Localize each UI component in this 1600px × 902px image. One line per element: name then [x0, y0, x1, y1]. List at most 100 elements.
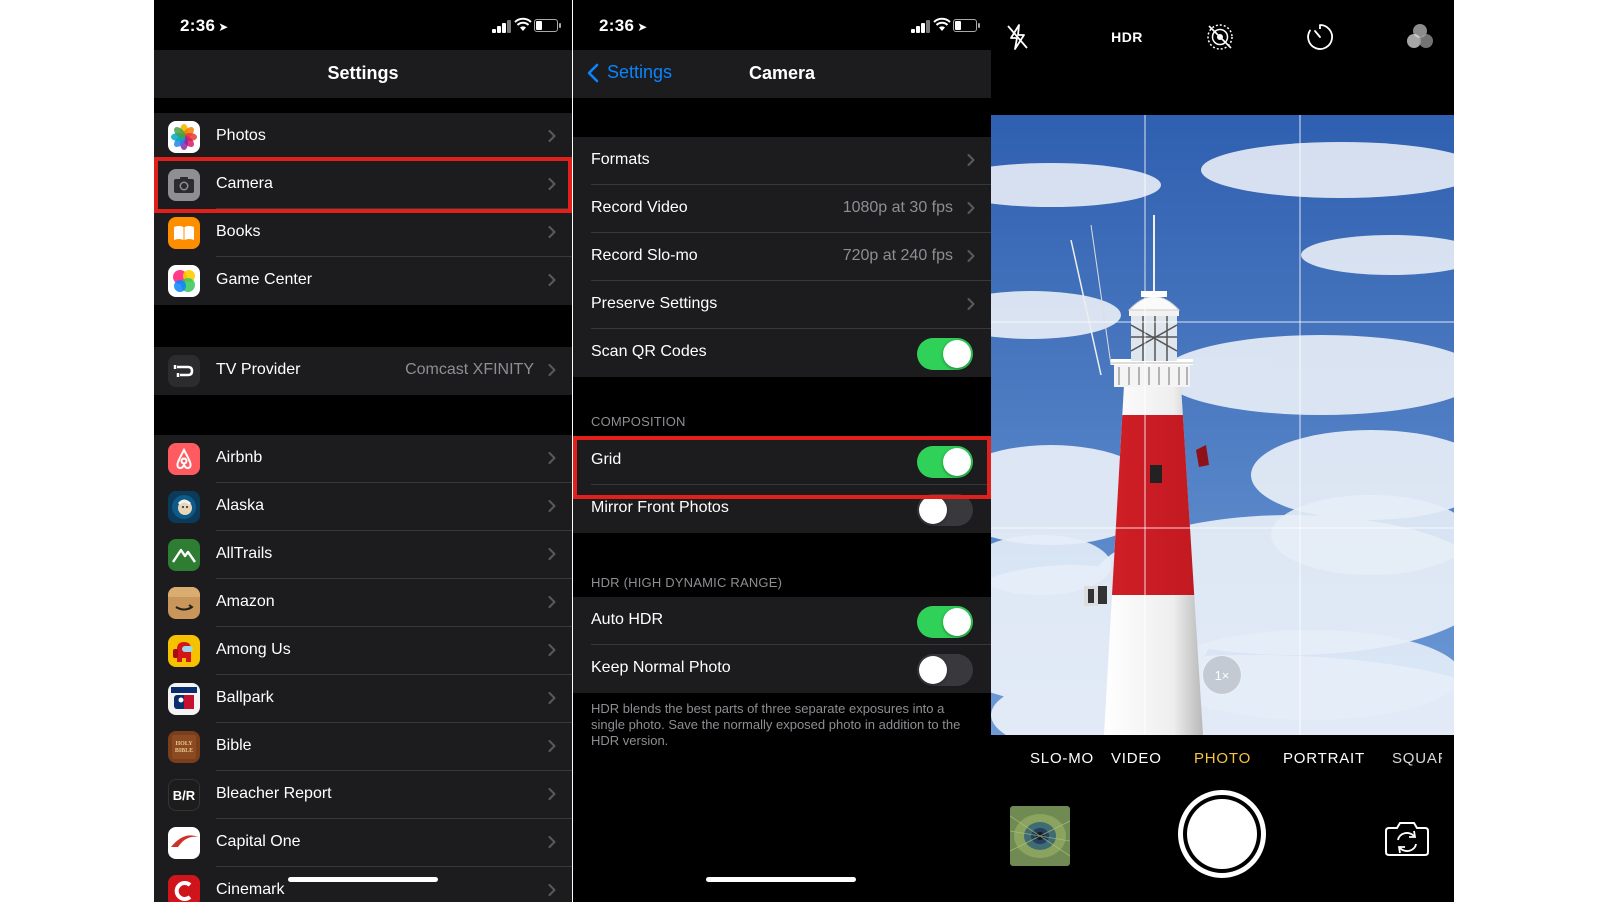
chevron-right-icon: [548, 130, 556, 142]
settings-row-label: Amazon: [216, 593, 275, 610]
mode-square[interactable]: SQUARE: [1392, 750, 1442, 767]
scan-qr-codes-toggle[interactable]: [917, 338, 973, 370]
camera-row-label: Preserve Settings: [591, 295, 718, 312]
camera-row-label: Mirror Front Photos: [591, 499, 729, 516]
settings-row-label: Capital One: [216, 833, 301, 850]
location-arrow-icon: ➤: [218, 20, 229, 34]
books-icon: [168, 217, 200, 249]
camera-row-formats[interactable]: Formats: [573, 137, 991, 185]
cellular-signal-icon: [492, 20, 512, 33]
settings-row-camera[interactable]: Camera: [154, 161, 572, 209]
nav-bar: Settings: [154, 50, 572, 98]
toggle-knob: [943, 608, 971, 636]
toggle-knob: [919, 656, 947, 684]
settings-row-label: Bleacher Report: [216, 785, 332, 802]
tv-provider-icon: [168, 355, 200, 387]
camera-icon: [168, 169, 200, 201]
game-center-icon: [168, 265, 200, 297]
page-title: Camera: [748, 63, 816, 83]
chevron-right-icon: [548, 692, 556, 704]
camera-row-auto-hdr[interactable]: Auto HDR: [573, 597, 991, 645]
chevron-right-icon: [548, 500, 556, 512]
camera-viewfinder[interactable]: 1×: [991, 115, 1454, 735]
settings-row-label: Camera: [216, 175, 273, 192]
settings-row-bleacher-report[interactable]: B/R Bleacher Report: [154, 771, 572, 819]
camera-row-record-slo-mo[interactable]: Record Slo-mo 720p at 240 fps: [573, 233, 991, 281]
settings-row-label: Books: [216, 223, 261, 240]
mode-video[interactable]: VIDEO: [1111, 750, 1162, 767]
live-photo-off-icon[interactable]: [1203, 20, 1237, 54]
settings-row-alaska[interactable]: Alaska: [154, 483, 572, 531]
chevron-right-icon: [548, 364, 556, 376]
last-photo-thumbnail[interactable]: [1010, 806, 1070, 866]
chevron-right-icon: [967, 298, 975, 310]
settings-screen: 2:36 ➤ Settings Photos Camera Books Game Cen…: [154, 0, 572, 902]
settings-row-bible[interactable]: HOLY BIBLE Bible: [154, 723, 572, 771]
battery-icon: [534, 19, 561, 32]
camera-row-label: Record Video: [591, 199, 688, 216]
hdr-button[interactable]: HDR: [1104, 20, 1150, 54]
chevron-right-icon: [548, 596, 556, 608]
settings-row-alltrails[interactable]: AllTrails: [154, 531, 572, 579]
camera-row-scan-qr-codes[interactable]: Scan QR Codes: [573, 329, 991, 377]
settings-row-value: Comcast XFINITY: [405, 361, 534, 378]
toggle-knob: [919, 496, 947, 524]
settings-row-label: Cinemark: [216, 881, 285, 898]
camera-row-preserve-settings[interactable]: Preserve Settings: [573, 281, 991, 329]
mirror-front-photos-toggle[interactable]: [917, 494, 973, 526]
mode-portrait[interactable]: PORTRAIT: [1283, 750, 1365, 767]
chevron-right-icon: [967, 154, 975, 166]
camera-row-value: 1080p at 30 fps: [842, 199, 953, 216]
zoom-button[interactable]: 1×: [1202, 655, 1242, 695]
bleacher-report-icon-text: B/R: [172, 787, 196, 803]
cellular-signal-icon: [911, 20, 931, 33]
status-bar: 2:36 ➤: [154, 0, 572, 50]
mode-photo[interactable]: PHOTO: [1194, 750, 1251, 767]
settings-row-label: Bible: [216, 737, 252, 754]
camera-app-screen: HDR 1× SLO-MO VIDEO PHOTO PORTRAIT SQUA: [991, 0, 1454, 902]
status-bar: 2:36 ➤: [573, 0, 991, 50]
settings-row-cinemark[interactable]: Cinemark: [154, 867, 572, 902]
camera-row-keep-normal-photo[interactable]: Keep Normal Photo: [573, 645, 991, 693]
camera-row-record-video[interactable]: Record Video 1080p at 30 fps: [573, 185, 991, 233]
lighthouse-scene: [991, 115, 1454, 735]
flash-off-icon[interactable]: [1001, 20, 1035, 54]
home-indicator: [706, 877, 856, 882]
settings-row-among-us[interactable]: Among Us: [154, 627, 572, 675]
shutter-button[interactable]: [1178, 790, 1266, 878]
chevron-right-icon: [967, 202, 975, 214]
settings-row-label: Airbnb: [216, 449, 263, 466]
settings-row-photos[interactable]: Photos: [154, 113, 572, 161]
settings-row-airbnb[interactable]: Airbnb: [154, 435, 572, 483]
settings-row-tv-provider[interactable]: TV Provider Comcast XFINITY: [154, 347, 572, 395]
ballpark-icon: [168, 683, 200, 715]
grid-toggle[interactable]: [917, 446, 973, 478]
settings-row-amazon[interactable]: Amazon: [154, 579, 572, 627]
hdr-footnote: HDR blends the best parts of three separ…: [591, 701, 961, 748]
chevron-right-icon: [548, 548, 556, 560]
mode-slo-mo[interactable]: SLO-MO: [1030, 750, 1094, 767]
keep-normal-photo-toggle[interactable]: [917, 654, 973, 686]
hdr-header: HDR (HIGH DYNAMIC RANGE): [591, 575, 783, 590]
camera-row-mirror-front-photos[interactable]: Mirror Front Photos: [573, 485, 991, 533]
switch-camera-icon[interactable]: [1383, 818, 1431, 858]
capital-one-icon: [168, 827, 200, 859]
timer-icon[interactable]: [1303, 20, 1337, 54]
settings-row-game-center[interactable]: Game Center: [154, 257, 572, 305]
location-arrow-icon: ➤: [637, 20, 648, 34]
status-time: 2:36: [180, 16, 216, 35]
settings-row-ballpark[interactable]: Ballpark: [154, 675, 572, 723]
toggle-knob: [943, 448, 971, 476]
filters-icon[interactable]: [1403, 20, 1437, 54]
chevron-right-icon: [548, 452, 556, 464]
camera-row-label: Keep Normal Photo: [591, 659, 731, 676]
alltrails-icon: [168, 539, 200, 571]
settings-row-label: Among Us: [216, 641, 291, 658]
settings-row-capital-one[interactable]: Capital One: [154, 819, 572, 867]
auto-hdr-toggle[interactable]: [917, 606, 973, 638]
settings-row-books[interactable]: Books: [154, 209, 572, 257]
chevron-right-icon: [548, 884, 556, 896]
settings-group-third-party: Airbnb Alaska AllTrails Amazon Among Us Ballp…: [154, 435, 572, 902]
camera-row-grid[interactable]: Grid: [573, 437, 991, 485]
composition-header: COMPOSITION: [591, 414, 686, 429]
